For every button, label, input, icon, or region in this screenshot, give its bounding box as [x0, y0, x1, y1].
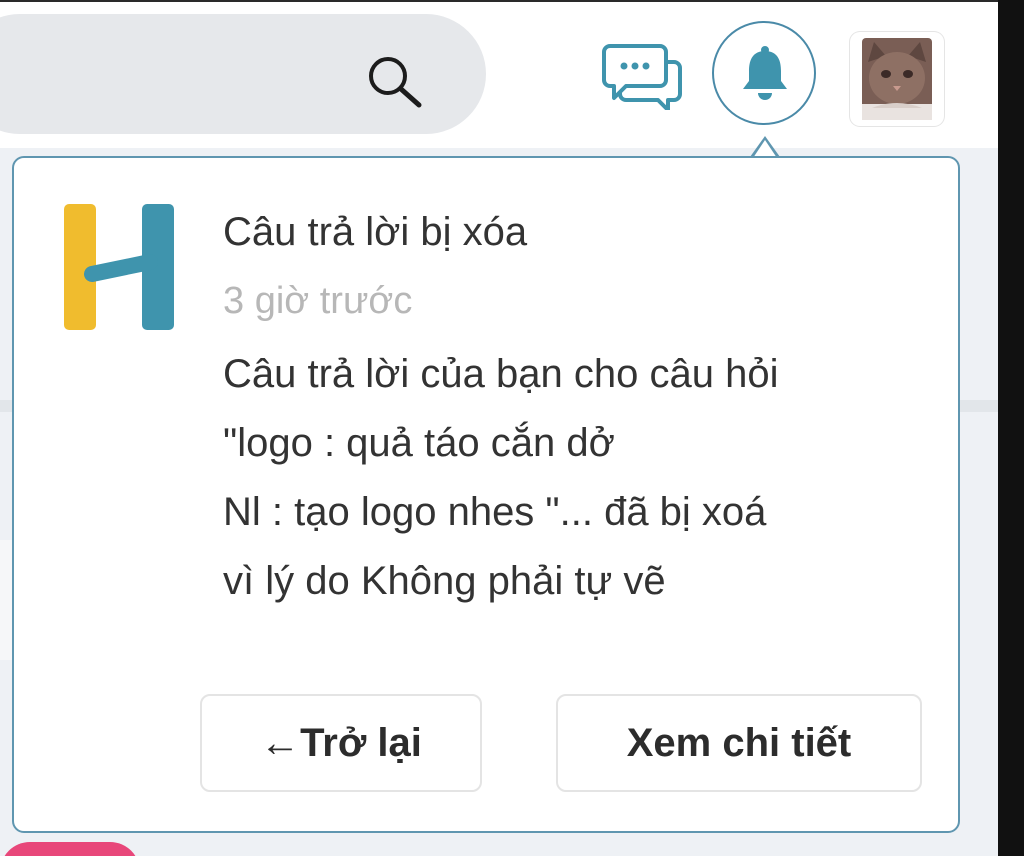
bell-icon	[743, 46, 787, 100]
view-details-button[interactable]: Xem chi tiết	[556, 694, 922, 792]
notification-time: 3 giờ trước	[223, 280, 413, 322]
back-button[interactable]: ←Trở lại	[200, 694, 482, 792]
message-line: Câu trả lời của bạn cho câu hỏi	[223, 352, 779, 396]
notification-popup: Câu trả lời bị xóa 3 giờ trước Câu trả l…	[12, 156, 960, 833]
cat-avatar	[862, 38, 932, 120]
chat-icon[interactable]	[600, 40, 684, 110]
search-input[interactable]	[20, 44, 344, 106]
avatar[interactable]	[850, 32, 944, 126]
message-line: "logo : quả táo cắn dở	[223, 421, 615, 465]
search-bar[interactable]	[0, 14, 486, 134]
notification-message: Câu trả lời của bạn cho câu hỏi "logo : …	[223, 340, 933, 616]
background-pink-button	[0, 842, 140, 856]
hoc24-logo	[64, 204, 174, 330]
notifications-button[interactable]	[712, 21, 816, 125]
message-line: vì lý do Không phải tự vẽ	[223, 559, 666, 603]
notification-title: Câu trả lời bị xóa	[223, 210, 528, 254]
page: Câu trả lời bị xóa 3 giờ trước Câu trả l…	[0, 0, 998, 856]
search-icon[interactable]	[364, 52, 426, 110]
top-bar	[0, 0, 998, 148]
message-line: Nl : tạo logo nhes "... đã bị xoá	[223, 490, 767, 534]
